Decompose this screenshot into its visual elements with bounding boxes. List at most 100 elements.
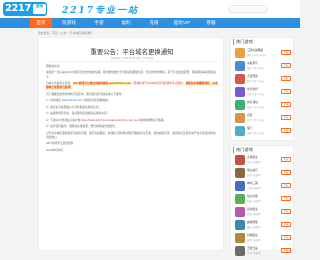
game-thumbnail[interactable] <box>235 168 245 178</box>
game-name[interactable]: 神将三国 <box>247 181 258 185</box>
game-thumbnail[interactable] <box>235 100 245 110</box>
article-divider <box>46 61 218 62</box>
site-logo[interactable]: 2217 游戏 <box>3 2 47 16</box>
game-thumbnail[interactable] <box>235 126 245 136</box>
game-name[interactable]: 仙剑奇缘 <box>247 194 258 198</box>
list-item: 5）如有任何疑问，请联系在线客服，我们将竭诚为您服务。 <box>46 125 118 129</box>
game-list-item[interactable]: 魔域觉醒 魔幻 | 热度85 开玩 <box>235 220 291 230</box>
game-name[interactable]: 屠龙战记 <box>247 168 258 172</box>
game-thumbnail[interactable] <box>235 181 245 191</box>
game-list-item[interactable]: 问道回合 | 3千人在玩 开玩 <box>235 113 291 123</box>
game-meta: 武侠 | 2千人在玩 <box>247 132 264 135</box>
game-meta: 动作 | 5千人在玩 <box>247 93 264 96</box>
article-date: 2024年5月8日 <box>46 148 64 152</box>
game-list-item[interactable]: 蜀门武侠 | 2千人在玩 开玩 <box>235 126 291 136</box>
play-button[interactable]: 开玩 <box>281 76 291 81</box>
hot-games-panel: 热门游戏 三国志战略版 策略 | 1.2万人在玩 开玩 斗破苍穹 角色 | 8千人在玩开… <box>230 37 294 141</box>
game-meta: 仙侠 | 4千人在玩 <box>247 106 264 109</box>
game-meta: 回合 | 6千人在玩 <box>247 80 264 83</box>
nav-item-vip[interactable]: 超玩VIP <box>168 18 196 28</box>
article-paragraph: 对于此次域名更换给您带来的不便，我们深表歉意。新域名与原域名的账号数据完全互通，… <box>46 131 218 139</box>
game-name[interactable]: 封神霸业 <box>247 233 258 237</box>
game-list-item[interactable]: 封神霸业 神话 | 热度82 开玩 <box>235 233 291 243</box>
nav-item-play[interactable]: 玩游戏 <box>57 18 81 28</box>
game-name[interactable]: 王者归来 <box>247 246 258 250</box>
game-thumbnail[interactable] <box>235 61 245 71</box>
game-thumbnail[interactable] <box>235 233 245 243</box>
game-list-item[interactable]: 龙城霸业 传奇 | 热度99 开玩 <box>235 155 291 165</box>
game-list-item[interactable]: 王者归来传奇 | 热度80 开玩 <box>235 246 291 256</box>
play-button[interactable]: 开玩 <box>281 115 291 120</box>
game-list-item[interactable]: 三国志战略版 策略 | 1.2万人在玩 开玩 <box>235 48 291 58</box>
article-signature: 2217游戏平台运营团队 <box>46 142 74 146</box>
game-list-item[interactable]: 大话西游回合 | 6千人在玩 开玩 <box>235 74 291 84</box>
game-thumbnail[interactable] <box>235 246 245 256</box>
play-button[interactable]: 开玩 <box>281 235 291 240</box>
panel-title: 热门游戏 <box>233 147 253 153</box>
nav-item-recharge[interactable]: 充值 <box>143 18 165 28</box>
article-body: 尊敬的玩家： 感谢您一直以来对2217游戏平台的支持和信赖。我们始终致力于为您提… <box>46 65 218 155</box>
game-name[interactable]: 三国志战略版 <box>247 48 263 52</box>
game-name[interactable]: 斗破苍穹 <box>247 61 258 65</box>
game-name[interactable]: 魔域觉醒 <box>247 220 258 224</box>
game-list-item[interactable]: 仙剑奇缘 仙侠 | 热度90 开玩 <box>235 194 291 204</box>
game-thumbnail[interactable] <box>235 87 245 97</box>
game-thumbnail[interactable] <box>235 220 245 230</box>
search-input[interactable] <box>228 5 268 13</box>
game-list-item[interactable]: 屠龙战记传奇 | 热度96 开玩 <box>235 168 291 178</box>
game-thumbnail[interactable] <box>235 207 245 217</box>
play-button[interactable]: 开玩 <box>281 89 291 94</box>
new-domain-link[interactable]: www.2217ou.com <box>62 99 83 102</box>
game-meta: 传奇 | 热度80 <box>247 252 261 255</box>
game-list-item[interactable]: 神将三国三国 | 热度93 开玩 <box>235 181 291 191</box>
game-meta: 策略 | 1.2万人在玩 <box>247 54 266 57</box>
announcement-article: 重要公告：平台域名更换通知 发布时间：2024-05-08 作者：2217游戏 … <box>38 37 224 251</box>
game-meta: 三国 | 热度93 <box>247 187 261 190</box>
game-meta: 传奇 | 热度96 <box>247 174 261 177</box>
nav-item-mobile[interactable]: 手游 <box>88 18 110 28</box>
game-name[interactable]: 蜀门 <box>247 126 252 130</box>
game-list-item[interactable]: 武林盟主 武侠 | 热度88 开玩 <box>235 207 291 217</box>
logo-tag: 游戏 <box>33 4 46 14</box>
game-list-item[interactable]: 斗破苍穹 角色 | 8千人在玩 开玩 <box>235 61 291 71</box>
game-list-item[interactable]: 传奇世界动作 | 5千人在玩 开玩 <box>235 87 291 97</box>
play-button[interactable]: 开玩 <box>281 63 291 68</box>
top-header: 2217 游戏 2217专业一站 <box>0 0 300 18</box>
game-name[interactable]: 问道 <box>247 113 252 117</box>
play-button[interactable]: 开玩 <box>281 128 291 133</box>
game-meta: 回合 | 3千人在玩 <box>247 119 264 122</box>
hot-games-panel-2: 热门游戏 龙城霸业 传奇 | 热度99 开玩 屠龙战记 传奇 | 热度96 开玩 神将三国三… <box>230 145 294 256</box>
play-button[interactable]: 开玩 <box>281 183 291 188</box>
play-button[interactable]: 开玩 <box>281 50 291 55</box>
panel-title: 热门游戏 <box>233 39 253 45</box>
article-paragraph: 感谢您一直以来对2217游戏平台的支持和信赖。我们始终致力于为您提供更加优质、稳… <box>46 71 216 79</box>
game-thumbnail[interactable] <box>235 113 245 123</box>
article-key-notice: 自本公告发布之日起，2217游戏平台将启用新的域名www.2217ou.com，… <box>46 82 218 90</box>
play-button[interactable]: 开玩 <box>281 209 291 214</box>
list-item: 3）如遇到登录异常，请清理浏览器缓存后重新访问； <box>46 112 110 116</box>
game-thumbnail[interactable] <box>235 194 245 204</box>
nav-item-welfare[interactable]: 福利 <box>115 18 137 28</box>
play-button[interactable]: 开玩 <box>281 157 291 162</box>
client-download-link[interactable]: https://www.2217ou.com/game/2217ou_box.e… <box>81 119 138 122</box>
article-paragraph: 为了确保您的游戏体验不受影响，我们建议您尽快完成以下操作： <box>46 92 124 96</box>
play-button[interactable]: 开玩 <box>281 170 291 175</box>
game-name[interactable]: 武林盟主 <box>247 207 258 211</box>
article-greeting: 尊敬的玩家： <box>46 65 63 68</box>
logo-number: 2217 <box>5 3 31 14</box>
play-button[interactable]: 开玩 <box>281 102 291 107</box>
play-button[interactable]: 开玩 <box>281 222 291 227</box>
game-name[interactable]: 传奇世界 <box>247 87 258 91</box>
game-name[interactable]: 大话西游 <box>247 74 258 78</box>
breadcrumb: 您的位置：首页 > 公告 > 平台域名更换通知 <box>38 31 92 35</box>
game-list-item[interactable]: 梦幻诛仙仙侠 | 4千人在玩 开玩 <box>235 100 291 110</box>
game-thumbnail[interactable] <box>235 155 245 165</box>
play-button[interactable]: 开玩 <box>281 248 291 253</box>
game-name[interactable]: 梦幻诛仙 <box>247 100 258 104</box>
play-button[interactable]: 开玩 <box>281 196 291 201</box>
game-thumbnail[interactable] <box>235 74 245 84</box>
game-name[interactable]: 龙城霸业 <box>247 155 258 159</box>
nav-item-service[interactable]: 客服 <box>200 18 222 28</box>
nav-item-home[interactable]: 首页 <box>30 18 52 28</box>
game-thumbnail[interactable] <box>235 48 245 58</box>
